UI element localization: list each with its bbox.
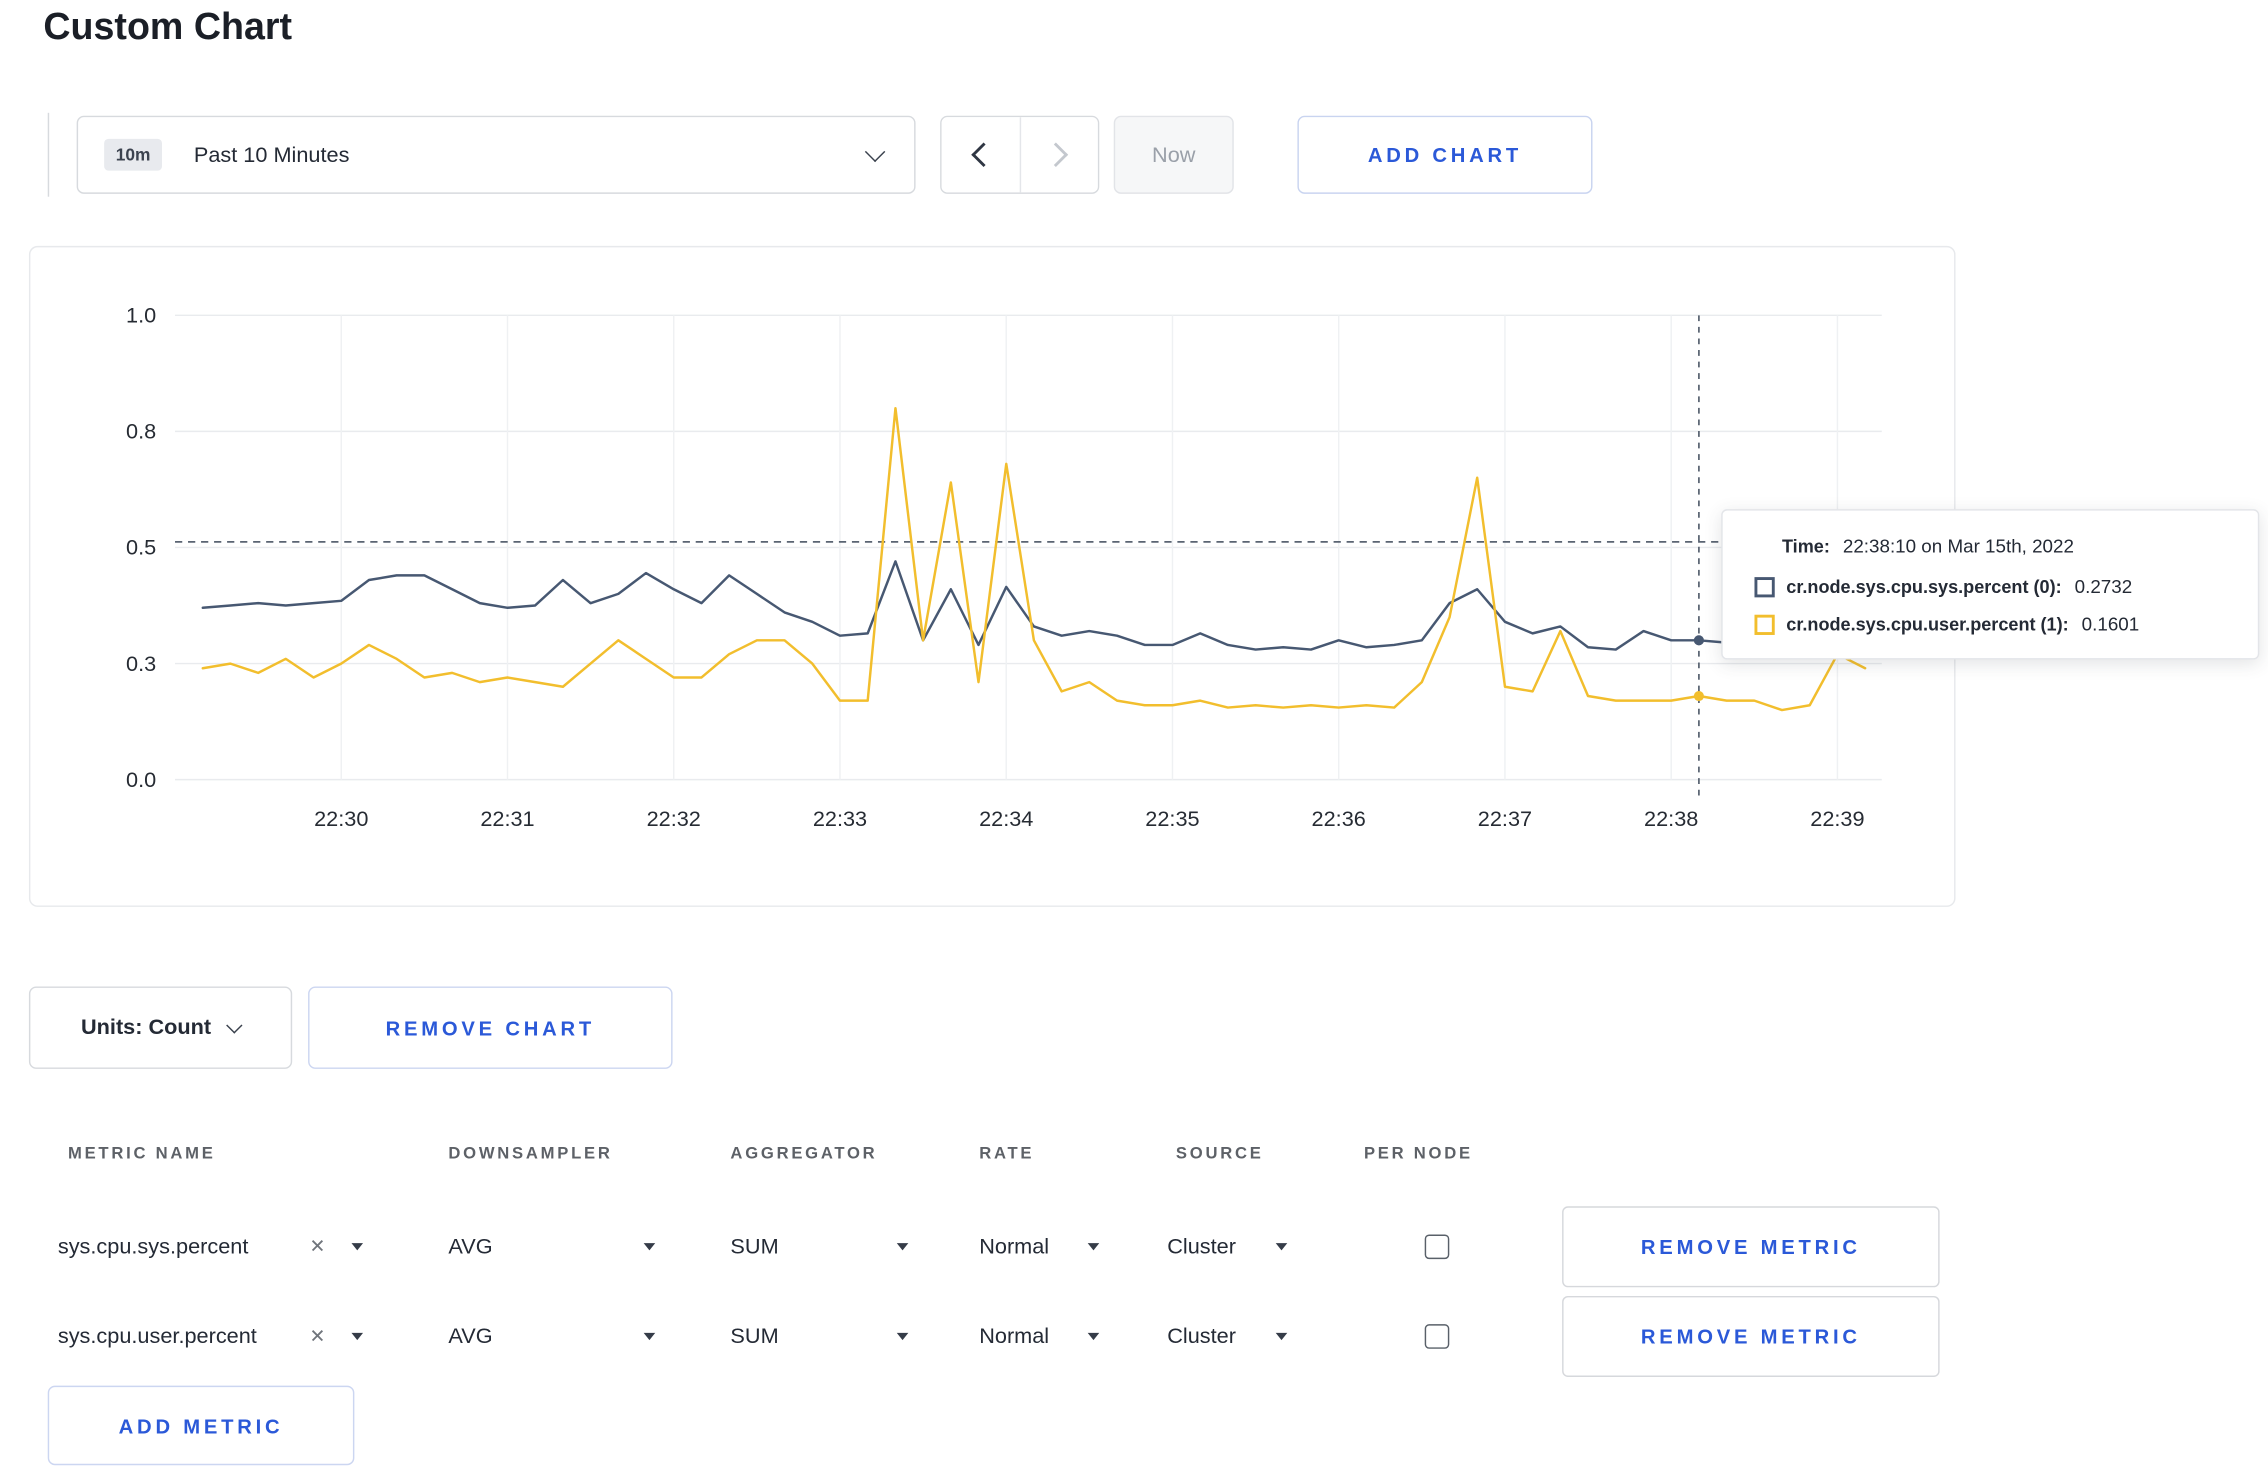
rate-select[interactable]: Normal [979,1235,1049,1260]
svg-text:0.3: 0.3 [126,651,156,676]
time-range-select[interactable]: 10m Past 10 Minutes [76,115,916,194]
svg-text:22:36: 22:36 [1312,806,1366,831]
line-chart[interactable]: 0.0 0.3 0.5 0.8 1.0 22:30 22:31 22:32 22:33 22:34… [30,247,1954,905]
rate-select[interactable]: Normal [979,1324,1049,1349]
downsampler-select[interactable]: AVG [448,1324,492,1349]
caret-down-icon[interactable] [643,1332,656,1341]
caret-down-icon[interactable] [1275,1243,1288,1251]
column-header-aggregator: AGGREGATOR [730,1145,878,1163]
time-nav-group [940,115,1100,194]
caret-down-icon[interactable] [643,1243,656,1251]
svg-text:22:39: 22:39 [1810,806,1864,831]
column-header-downsampler: DOWNSAMPLER [448,1145,613,1163]
chevron-right-icon [1043,142,1069,168]
caret-down-icon[interactable] [351,1332,364,1341]
svg-text:22:30: 22:30 [314,806,368,831]
chart-panel: 0.0 0.3 0.5 0.8 1.0 22:30 22:31 22:32 22:33 22:34… [28,245,1956,907]
caret-down-icon[interactable] [1275,1332,1288,1341]
page-title: Custom Chart [43,4,293,48]
tooltip-series-label: cr.node.sys.cpu.user.percent (1): [1786,613,2069,635]
now-button[interactable]: Now [1113,115,1234,194]
tooltip-time-row: Time: 22:38:10 on Mar 15th, 2022 [1782,535,2235,557]
svg-text:0.0: 0.0 [126,767,156,792]
svg-text:22:32: 22:32 [647,806,701,831]
svg-text:22:33: 22:33 [813,806,867,831]
downsampler-select[interactable]: AVG [448,1235,492,1260]
time-range-badge: 10m [104,138,163,171]
chart-tooltip: Time: 22:38:10 on Mar 15th, 2022 cr.node.… [1721,509,2260,660]
caret-down-icon[interactable] [1087,1243,1100,1251]
time-range-label: Past 10 Minutes [193,142,350,168]
metrics-table: METRIC NAME DOWNSAMPLER AGGREGATOR RATE … [28,1125,1956,1392]
svg-text:22:31: 22:31 [480,806,534,831]
sys-series-swatch-icon [1754,576,1775,597]
tooltip-series-row: cr.node.sys.cpu.sys.percent (0): 0.2732 [1754,575,2234,598]
svg-text:0.8: 0.8 [126,419,156,444]
remove-metric-button[interactable]: REMOVE METRIC [1562,1206,1940,1288]
caret-down-icon[interactable] [896,1243,909,1251]
column-header-source: SOURCE [1175,1145,1264,1163]
svg-text:1.0: 1.0 [126,303,156,328]
units-label: Units: Count [80,1015,212,1040]
chevron-left-icon [970,142,996,168]
svg-text:22:34: 22:34 [979,806,1033,831]
column-header-per-node: PER NODE [1363,1145,1473,1163]
metric-name-select[interactable]: sys.cpu.user.percent [58,1324,257,1349]
chevron-down-icon [226,1017,243,1034]
caret-down-icon[interactable] [351,1243,364,1251]
column-header-rate: RATE [979,1145,1035,1163]
tooltip-series-row: cr.node.sys.cpu.user.percent (1): 0.1601 [1754,613,2234,635]
units-select[interactable]: Units: Count [28,986,293,1069]
remove-metric-button[interactable]: REMOVE METRIC [1562,1295,1940,1377]
tooltip-time-value: 22:38:10 on Mar 15th, 2022 [1842,535,2074,557]
source-select[interactable]: Cluster [1167,1235,1236,1260]
per-node-checkbox[interactable] [1424,1234,1450,1260]
prev-time-button[interactable] [941,117,1019,193]
per-node-checkbox[interactable] [1424,1324,1450,1349]
tooltip-series-value: 0.1601 [2081,613,2140,635]
toolbar-divider [47,112,50,197]
clear-metric-icon[interactable]: ✕ [310,1325,326,1348]
aggregator-select[interactable]: SUM [730,1324,778,1349]
custom-chart-page: Custom Chart 10m Past 10 Minutes Now ADD… [0,0,2268,1478]
table-row: sys.cpu.user.percent ✕ AVG SUM Normal Cl… [29,1292,1956,1382]
column-header-metric-name: METRIC NAME [67,1145,216,1163]
svg-text:22:37: 22:37 [1478,806,1532,831]
clear-metric-icon[interactable]: ✕ [310,1235,326,1258]
next-time-button[interactable] [1018,117,1098,193]
svg-text:0.5: 0.5 [126,535,156,560]
tooltip-series-label: cr.node.sys.cpu.sys.percent (0): [1786,576,2062,597]
chevron-down-icon [864,141,886,163]
remove-chart-button[interactable]: REMOVE CHART [308,986,673,1069]
tooltip-time-label: Time: [1781,536,1830,557]
svg-text:22:35: 22:35 [1145,806,1199,831]
caret-down-icon[interactable] [896,1332,909,1341]
user-series-swatch-icon [1754,613,1775,635]
svg-text:22:38: 22:38 [1644,806,1698,831]
caret-down-icon[interactable] [1087,1332,1100,1341]
tooltip-series-value: 0.2732 [2074,575,2133,598]
add-metric-button[interactable]: ADD METRIC [47,1385,355,1466]
aggregator-select[interactable]: SUM [730,1235,778,1260]
metric-name-select[interactable]: sys.cpu.sys.percent [58,1235,249,1260]
table-row: sys.cpu.sys.percent ✕ AVG SUM Normal Clu… [29,1202,1956,1292]
source-select[interactable]: Cluster [1167,1324,1236,1349]
add-chart-button[interactable]: ADD CHART [1297,115,1593,194]
